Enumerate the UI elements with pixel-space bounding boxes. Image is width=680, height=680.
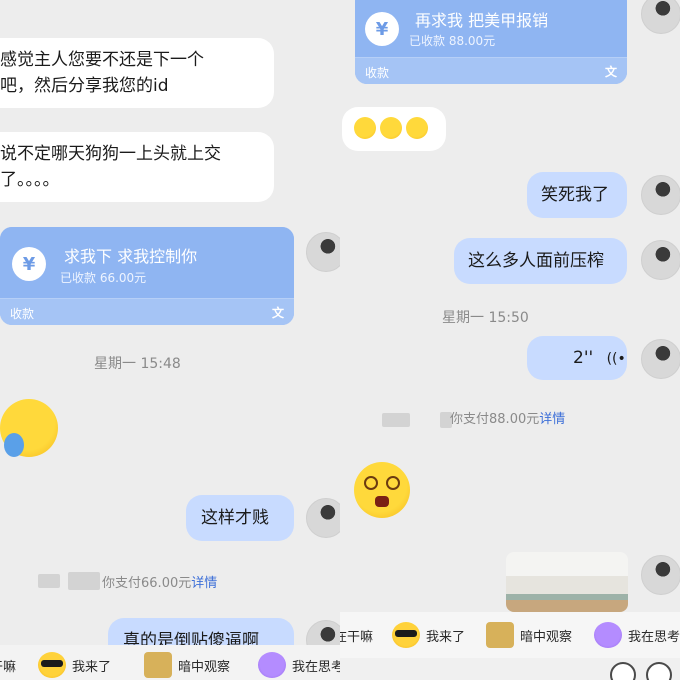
spiral-eye: [364, 476, 378, 490]
avatar[interactable]: [641, 339, 680, 379]
dizzy-emoji-icon: [354, 462, 410, 518]
quick-emoji-chip[interactable]: 干嘛: [0, 645, 16, 680]
blurred-name: [382, 413, 410, 427]
crying-emoji-icon: [406, 117, 428, 139]
thinking-emoji-icon: [258, 652, 286, 678]
chip-label: 在干嘛: [340, 629, 374, 645]
avatar[interactable]: [641, 240, 680, 280]
quick-emoji-chip[interactable]: 我在思考: [594, 612, 680, 658]
incoming-message[interactable]: 说不定哪天狗狗一上头就上交 了。。。。: [0, 132, 274, 202]
details-link[interactable]: 详情: [539, 412, 565, 427]
crying-emoji-icon: [354, 117, 376, 139]
message-text-line: 说不定哪天狗狗一上头就上交: [0, 144, 221, 164]
message-text-line: 了。。。。: [0, 170, 60, 190]
message-text-line: 感觉主人您要不还是下一个: [0, 50, 204, 70]
message-text: 这样才贱: [201, 508, 269, 528]
transfer-footer: 收款 文: [0, 298, 294, 325]
avatar[interactable]: [641, 555, 680, 595]
avatar[interactable]: [306, 498, 340, 538]
voice-duration: 2'': [573, 348, 594, 368]
chip-label: 干嘛: [0, 659, 17, 675]
payment-notice: 你支付88.00元详情: [450, 408, 565, 427]
outgoing-message[interactable]: 笑死我了: [527, 172, 627, 218]
transfer-status: 已收款 66.00元: [60, 271, 147, 285]
money-coin-icon: ¥: [12, 247, 46, 281]
sunglasses-emoji-icon: [38, 652, 66, 678]
transfer-title: 再求我 把美甲报销: [415, 11, 549, 30]
transfer-status: 已收款 88.00元: [409, 34, 496, 48]
peeking-emoji-icon: [144, 652, 172, 678]
chip-label: 我在思考: [628, 629, 680, 645]
transfer-footer-label: 收款: [10, 307, 35, 321]
peeking-emoji-icon: [486, 622, 514, 648]
outgoing-message[interactable]: 这样才贱: [186, 495, 294, 541]
emoji-button[interactable]: [610, 662, 636, 680]
avatar[interactable]: [641, 175, 680, 215]
avatar[interactable]: [641, 0, 680, 34]
transfer-card[interactable]: ¥ 求我下 求我控制你 已收款 66.00元 收款 文: [0, 227, 294, 325]
chip-label: 我在思考: [292, 659, 340, 675]
transfer-card-body: ¥ 求我下 求我控制你 已收款 66.00元: [0, 227, 294, 299]
mouth-shape: [375, 496, 389, 507]
message-text-line: 吧，然后分享我您的id: [0, 76, 169, 96]
more-button[interactable]: [646, 662, 672, 680]
left-chat-pane: 感觉主人您要不还是下一个 吧，然后分享我您的id 说不定哪天狗狗一上头就上交 了…: [0, 0, 340, 680]
quick-emoji-tray: 干嘛 我来了 暗中观察 我在思考: [0, 645, 340, 680]
blurred-name: [38, 574, 60, 588]
payment-prefix: 你支付: [450, 412, 490, 427]
voice-wave-icon: ((•: [606, 351, 626, 367]
quick-emoji-chip[interactable]: 在干嘛: [340, 612, 373, 658]
quick-emoji-chip[interactable]: 暗中观察: [144, 645, 230, 680]
transfer-card[interactable]: ¥ 再求我 把美甲报销 已收款 88.00元 收款 文: [355, 0, 627, 84]
quick-emoji-chip[interactable]: 暗中观察: [486, 612, 572, 658]
payment-notice: 你支付66.00元详情: [102, 572, 217, 591]
payment-amount: 66.00元: [141, 576, 192, 591]
timestamp: 星期一 15:50: [442, 310, 529, 326]
payment-amount: 88.00元: [489, 412, 540, 427]
payment-prefix: 你支付: [102, 576, 142, 591]
crying-emoji-icon: [0, 399, 58, 457]
translate-icon[interactable]: 文: [605, 63, 617, 80]
chip-label: 我来了: [426, 629, 466, 645]
avatar[interactable]: [306, 232, 340, 272]
translate-icon[interactable]: 文: [272, 304, 284, 321]
transfer-footer-label: 收款: [365, 66, 390, 80]
quick-emoji-tray: 在干嘛 我来了 暗中观察 我在思考: [340, 612, 680, 658]
quick-emoji-chip[interactable]: 我在思考: [258, 645, 340, 680]
message-text: 这么多人面前压榨: [468, 251, 604, 271]
blurred-avatar: [68, 572, 100, 590]
input-bar: [340, 658, 680, 680]
outgoing-message[interactable]: 这么多人面前压榨: [454, 238, 627, 284]
spiral-eye: [386, 476, 400, 490]
crying-emoji-icon: [380, 117, 402, 139]
timestamp: 星期一 15:48: [94, 356, 181, 372]
chip-label: 暗中观察: [178, 659, 231, 675]
voice-message[interactable]: 2'' ((•: [527, 336, 627, 380]
thinking-emoji-icon: [594, 622, 622, 648]
image-message[interactable]: [506, 552, 628, 612]
details-link[interactable]: 详情: [191, 576, 217, 591]
incoming-message[interactable]: 感觉主人您要不还是下一个 吧，然后分享我您的id: [0, 38, 274, 108]
emoji-message[interactable]: [342, 107, 446, 151]
transfer-card-body: ¥ 再求我 把美甲报销 已收款 88.00元: [355, 0, 627, 58]
transfer-footer: 收款 文: [355, 57, 627, 84]
quick-emoji-chip[interactable]: 我来了: [392, 612, 465, 658]
transfer-title: 求我下 求我控制你: [64, 247, 198, 266]
right-chat-pane: ¥ 再求我 把美甲报销 已收款 88.00元 收款 文 笑死我了 这么多人面前压…: [340, 0, 680, 680]
chip-label: 暗中观察: [520, 629, 573, 645]
tear-shape: [4, 433, 24, 457]
money-coin-icon: ¥: [365, 12, 399, 46]
message-text: 笑死我了: [541, 185, 609, 205]
chip-label: 我来了: [72, 659, 112, 675]
quick-emoji-chip[interactable]: 我来了: [38, 645, 111, 680]
sunglasses-emoji-icon: [392, 622, 420, 648]
